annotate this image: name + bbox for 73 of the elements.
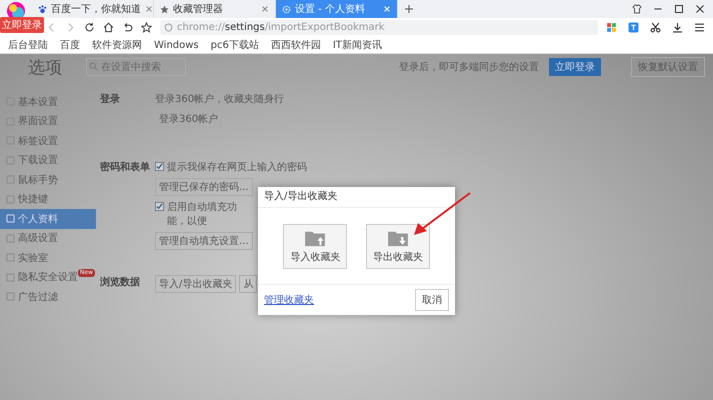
sidebar-item[interactable]: 实验室: [0, 248, 96, 268]
square-icon: [6, 194, 15, 204]
tile-button[interactable]: 导入收藏夹: [283, 224, 348, 268]
close-tab-icon[interactable]: [261, 5, 269, 13]
checkbox-label: 提示我保存在网页上输入的密码: [167, 160, 307, 174]
bookmark-link[interactable]: Windows: [154, 40, 199, 50]
bookmark-link[interactable]: IT新闻资讯: [332, 38, 382, 52]
settings-button[interactable]: 从: [239, 275, 258, 293]
sidebar-item[interactable]: 鼠标手势: [0, 170, 96, 190]
maximize-icon[interactable]: [674, 4, 684, 14]
menu-icon[interactable]: [694, 22, 705, 33]
settings-button[interactable]: 管理已保存的密码...: [155, 178, 253, 196]
bookmark-link[interactable]: pc6下载站: [210, 38, 259, 52]
login-button[interactable]: 立即登录: [549, 58, 601, 76]
sidebar-item[interactable]: 广告过滤: [0, 287, 96, 306]
page-title: 选项: [28, 56, 62, 78]
square-icon: [6, 234, 15, 243]
home-icon[interactable]: [103, 22, 114, 33]
download-icon[interactable]: [672, 22, 683, 33]
checkbox-label: 启用自动填充功能，以便: [167, 200, 238, 228]
square-icon: [6, 272, 15, 282]
sidebar-item[interactable]: 下载设置: [0, 150, 96, 170]
shirt-icon[interactable]: [632, 4, 642, 14]
section-heading: 登录: [100, 92, 121, 107]
settings-button[interactable]: 导入/导出收藏夹: [155, 275, 236, 293]
sidebar-item[interactable]: 标签设置: [0, 131, 96, 150]
square-icon: [6, 175, 15, 184]
sidebar-item[interactable]: 个人资料: [0, 209, 96, 228]
settings-button[interactable]: 管理自动填充设置...: [155, 232, 253, 250]
folder-up-arrow-icon: [304, 228, 326, 246]
dialog-title: 导入/导出收藏夹: [258, 187, 455, 208]
folder-down-arrow-icon: [386, 228, 409, 246]
close-tab-icon[interactable]: [145, 5, 153, 13]
square-icon: [6, 253, 15, 262]
square-icon: [6, 156, 15, 165]
manage-bookmarks-link[interactable]: 管理收藏夹: [264, 293, 314, 307]
sidebar-item[interactable]: 界面设置: [0, 112, 96, 131]
annotation-arrow: [412, 191, 472, 237]
star-icon: [160, 4, 169, 14]
section-text: 登录360帐户，收藏夹随身行: [155, 92, 284, 106]
bookmark-link[interactable]: 软件资源网: [92, 38, 142, 52]
new-tab-icon[interactable]: [404, 4, 414, 14]
sidebar-item[interactable]: 快捷键: [0, 190, 96, 209]
square-icon: [6, 136, 15, 146]
bookmark-link[interactable]: 西西软件园: [270, 38, 321, 52]
checkbox[interactable]: [155, 202, 164, 211]
address-field[interactable]: chrome://settings/importExportBookmark: [160, 20, 598, 35]
square-icon: [6, 292, 15, 302]
section-heading: 密码和表单: [100, 160, 151, 175]
gear-icon: [282, 4, 291, 14]
browser-tab[interactable]: 设置 - 个人资料: [276, 0, 398, 18]
scissors-icon[interactable]: [650, 22, 661, 33]
grid-icon[interactable]: [606, 22, 617, 33]
section-heading: 浏览数据: [100, 276, 141, 290]
bookmark-link[interactable]: 后台登陆: [8, 38, 48, 52]
translate-icon[interactable]: [628, 22, 639, 33]
star-icon[interactable]: [141, 22, 152, 33]
square-icon: [6, 214, 15, 224]
bookmark-link[interactable]: 百度: [60, 38, 80, 52]
close-icon[interactable]: [695, 4, 705, 14]
checkbox[interactable]: [155, 162, 164, 171]
login-badge[interactable]: 立即登录: [0, 17, 44, 33]
paw-icon: [38, 4, 47, 14]
tile-button[interactable]: 导出收藏夹: [366, 224, 430, 268]
sync-hint: 登录后，即可多端同步您的设置: [399, 60, 539, 74]
search-icon: [89, 62, 98, 71]
sidebar-item[interactable]: 基本设置: [0, 92, 96, 112]
shield-icon: [164, 23, 173, 32]
sidebar-item[interactable]: 高级设置: [0, 228, 96, 248]
undo-icon[interactable]: [122, 22, 133, 33]
reset-button[interactable]: 恢复默认设置: [631, 57, 705, 77]
cancel-button[interactable]: 取消: [415, 289, 449, 311]
reload-icon[interactable]: [84, 22, 95, 33]
